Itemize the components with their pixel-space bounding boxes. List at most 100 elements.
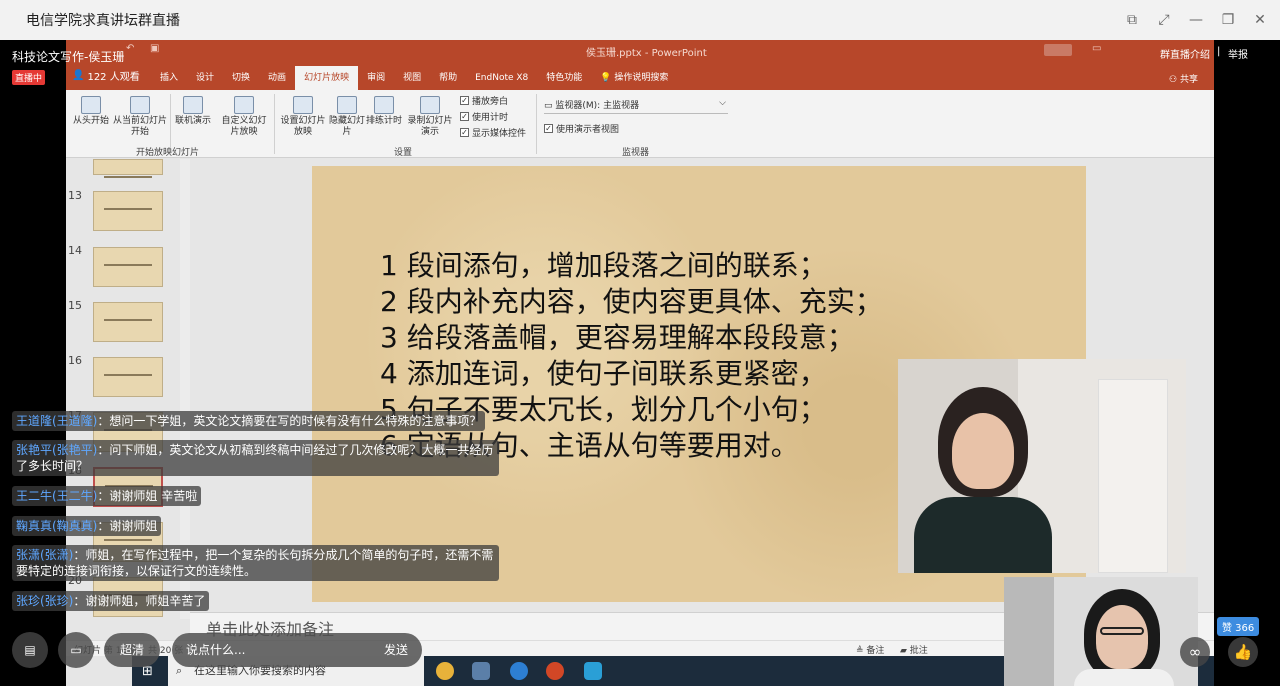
send-button[interactable]: 发送 bbox=[384, 633, 408, 667]
ppt-share-label: 共享 bbox=[1179, 75, 1198, 85]
chat-message: 张潇(张潇)：师姐，在写作过程中，把一个复杂的长句拆分成几个简单的句子时，还需不… bbox=[12, 545, 512, 590]
online-present-label: 联机演示 bbox=[174, 116, 211, 126]
host-body bbox=[1074, 669, 1174, 686]
custom-slides-icon bbox=[234, 96, 254, 114]
tab-insert: 插入 bbox=[160, 73, 179, 83]
tab-slideshow: 幻灯片放映 bbox=[295, 66, 359, 90]
thumb-number: 15 bbox=[68, 299, 82, 312]
chat-user: 张珍(张珍) bbox=[16, 594, 74, 608]
check-icon: ✓ bbox=[460, 112, 469, 121]
tab-endnote: EndNote X8 bbox=[475, 73, 529, 83]
setup-show-label: 设置幻灯片放映 bbox=[280, 116, 326, 137]
slide-thumbnail bbox=[93, 191, 163, 231]
chat-message: 王二牛(王二牛)：谢谢师姐 辛苦啦 bbox=[12, 485, 512, 515]
window-title: 电信学院求真讲坛群直播 bbox=[26, 13, 180, 29]
app-icon bbox=[584, 662, 602, 680]
ppt-titlebar: ↶ ▣ 侯玉珊.pptx - PowerPoint ▭ 插入 设计 切换 动画 … bbox=[66, 40, 1214, 90]
group-setup-label: 设置 bbox=[394, 148, 413, 158]
group-start-label: 开始放映幻灯片 bbox=[136, 148, 200, 158]
presenter-body bbox=[914, 497, 1052, 573]
divider: | bbox=[1217, 46, 1221, 57]
chat-text: ：谢谢师姐 辛苦啦 bbox=[97, 489, 198, 503]
close-icon[interactable]: ✕ bbox=[1252, 12, 1268, 28]
live-controls: ▤ ▭ 超清 说点什么... 发送 bbox=[0, 630, 520, 670]
presenter-view-label: 使用演示者视图 bbox=[556, 125, 620, 135]
report-link[interactable]: 举报 bbox=[1228, 46, 1248, 61]
save-icon: ▣ bbox=[150, 43, 160, 54]
quality-button[interactable]: 超清 bbox=[104, 633, 160, 667]
tab-view: 视图 bbox=[403, 73, 422, 83]
slide-thumbnail bbox=[93, 159, 163, 178]
chat-user: 张艳平(张艳平) bbox=[16, 443, 98, 457]
slideshow-icon bbox=[81, 96, 101, 114]
from-current-button: 从当前幻灯片开始 bbox=[112, 96, 168, 138]
slide-thumbnail bbox=[93, 302, 163, 342]
chat-text: ：师姐，在写作过程中，把一个复杂的长句拆分成几个简单的句子时，还需不需要特定的连… bbox=[16, 548, 494, 578]
live-intro-link[interactable]: 群直播介绍 bbox=[1160, 46, 1210, 61]
ppt-ribbon: 从头开始 从当前幻灯片开始 联机演示 自定义幻灯片放映 开始放映幻灯片 设置幻灯… bbox=[66, 90, 1214, 158]
setup-show-button: 设置幻灯片放映 bbox=[278, 96, 328, 138]
from-start-button: 从头开始 bbox=[70, 96, 112, 127]
tab-features: 特色功能 bbox=[546, 73, 583, 83]
custom-show-label: 自定义幻灯片放映 bbox=[221, 116, 267, 137]
thumb-number: 13 bbox=[68, 189, 82, 202]
rehearse-label: 排练计时 bbox=[365, 116, 402, 126]
narration-checkbox: ✓ 播放旁白 bbox=[460, 94, 508, 107]
chain-link-icon[interactable]: ∞ bbox=[1180, 637, 1210, 667]
record-button: 录制幻灯片演示 bbox=[404, 96, 456, 138]
setup-icon bbox=[293, 96, 313, 114]
live-stage: ↶ ▣ 侯玉珊.pptx - PowerPoint ▭ 插入 设计 切换 动画 … bbox=[0, 40, 1280, 686]
chat-message: 鞠真真(鞠真真)：谢谢师姐 bbox=[12, 515, 512, 545]
presenter-camera bbox=[898, 359, 1186, 573]
comment-input[interactable]: 说点什么... 发送 bbox=[172, 633, 422, 667]
slide-line: 1 段间添句，增加段落之间的联系； bbox=[380, 249, 827, 282]
tab-search: 💡 操作说明搜索 bbox=[591, 66, 677, 90]
monitor-icon: ▭ bbox=[544, 101, 556, 111]
ribbon-divider bbox=[536, 94, 537, 154]
live-title: 科技论文写作-侯玉珊 bbox=[12, 50, 125, 64]
ppt-ribbon-tabs: 插入 设计 切换 动画 幻灯片放映 审阅 视图 帮助 EndNote X8 特色… bbox=[66, 66, 677, 90]
host-camera bbox=[1004, 577, 1198, 686]
slide-thumbnail bbox=[93, 357, 163, 397]
chat-text: ：谢谢师姐 bbox=[97, 519, 158, 533]
account-icon bbox=[1044, 44, 1072, 56]
tab-help: 帮助 bbox=[439, 73, 458, 83]
tab-animations: 动画 bbox=[268, 73, 287, 83]
monitor-value: 主监视器 bbox=[603, 101, 640, 111]
presenter-face bbox=[952, 413, 1014, 489]
popout-icon[interactable]: ⧉ bbox=[1124, 12, 1140, 28]
online-present-button: 联机演示 bbox=[172, 96, 214, 127]
chat-user: 王二牛(王二牛) bbox=[16, 489, 98, 503]
user-icon: 👤 bbox=[72, 70, 85, 81]
fullscreen-icon[interactable]: ⤢ bbox=[1156, 12, 1172, 28]
maximize-icon[interactable]: ❐ bbox=[1220, 12, 1236, 28]
share-screen-icon[interactable]: ▭ bbox=[58, 632, 94, 668]
chevron-down-icon: ⌵ bbox=[719, 98, 726, 108]
glasses bbox=[1100, 627, 1144, 635]
minimize-icon[interactable]: — bbox=[1188, 12, 1204, 28]
chat-message: 张艳平(张艳平)：问下师姐，英文论文从初稿到终稿中间经过了几次修改呢？大概一共经… bbox=[12, 440, 512, 485]
slide-line: 4 添加连词，使句子间联系更紧密， bbox=[380, 357, 827, 390]
tab-design: 设计 bbox=[196, 73, 215, 83]
record-label: 录制幻灯片演示 bbox=[407, 116, 453, 137]
thumbs-up-icon[interactable]: 👍 bbox=[1228, 637, 1258, 667]
monitor-label: 监视器(M): bbox=[555, 101, 601, 111]
ribbon-display-icon: ▭ bbox=[1092, 43, 1102, 54]
monitor-select: ▭ 监视器(M): 主监视器 ⌵ bbox=[544, 98, 728, 114]
tab-review: 审阅 bbox=[367, 73, 386, 83]
hide-slide-button: 隐藏幻灯片 bbox=[328, 96, 366, 138]
check-icon: ✓ bbox=[460, 128, 469, 137]
check-icon: ✓ bbox=[460, 96, 469, 105]
chat-message: 张珍(张珍)：谢谢师姐，师姐辛苦了 bbox=[12, 590, 512, 620]
notes-icon: ≜ bbox=[856, 646, 867, 656]
check-icon: ✓ bbox=[544, 124, 553, 133]
slideshow-icon bbox=[130, 96, 150, 114]
thumb-number: 16 bbox=[68, 354, 82, 367]
notes-list-icon[interactable]: ▤ bbox=[12, 632, 48, 668]
chat-user: 张潇(张潇) bbox=[16, 548, 74, 562]
chat-list: 王道隆(王道隆)：想问一下学姐，英文论文摘要在写的时候有没有什么特殊的注意事项？… bbox=[12, 410, 512, 620]
record-icon bbox=[420, 96, 440, 114]
media-checkbox: ✓ 显示媒体控件 bbox=[460, 126, 526, 139]
ppt-share: ⚇ 共享 bbox=[1169, 72, 1198, 85]
ribbon-divider bbox=[274, 94, 275, 154]
